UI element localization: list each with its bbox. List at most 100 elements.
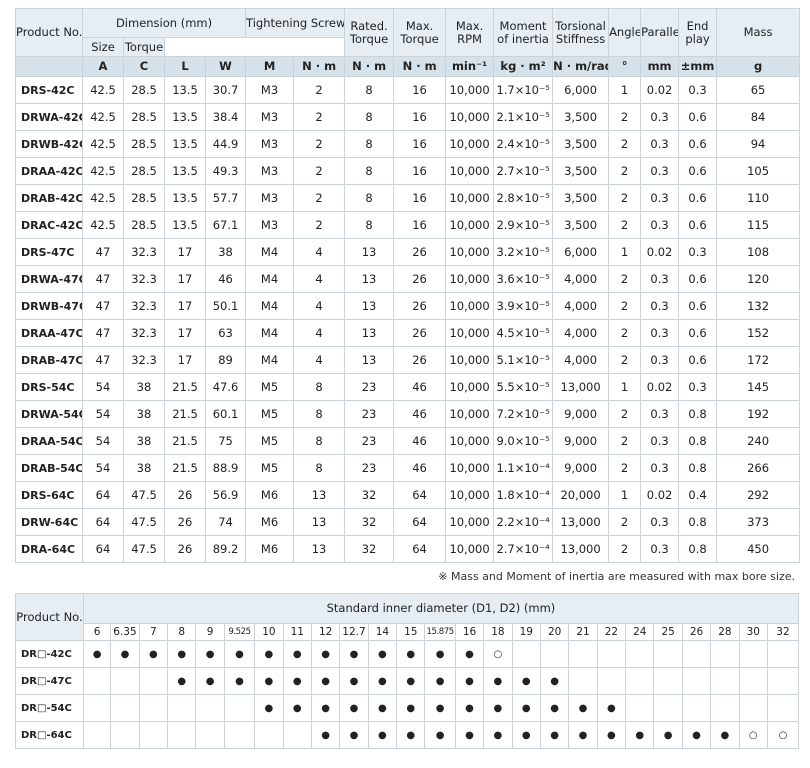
table-cell: 6,000 (552, 76, 610, 104)
standard-bore-mark: ● (339, 721, 369, 749)
standard-bore-mark: ● (539, 667, 570, 695)
table-cell: 0.3 (640, 130, 680, 158)
table-cell: 17 (164, 265, 206, 293)
product-number-cell: DRWB-42C (15, 130, 83, 158)
table-cell: 0.02 (640, 238, 680, 266)
product-number-cell: DRAA-47C (15, 319, 83, 347)
dimension-header: Dimension (mm) (81, 8, 247, 38)
diameter-header-cell: 24 (625, 623, 655, 641)
rated-torque-header: Rated. Torque (344, 8, 395, 57)
table-cell: 28.5 (123, 130, 165, 158)
table-cell: 28.5 (123, 76, 165, 104)
table-cell: 17 (164, 292, 206, 320)
table-cell: 2 (293, 103, 346, 131)
table-cell: M4 (245, 265, 295, 293)
table-cell: 30.7 (204, 76, 247, 104)
empty-cell (167, 694, 197, 722)
table-cell: 16 (393, 157, 447, 185)
empty-cell (568, 667, 598, 695)
diameter-header-cell: 26 (681, 623, 712, 641)
table-cell: 50.1 (204, 292, 247, 320)
bore-product-cell: DR□-42C (15, 640, 84, 668)
table-cell: 240 (716, 427, 801, 455)
table-cell: 2 (293, 184, 346, 212)
table-cell: 10,000 (445, 346, 495, 374)
table-cell: 4 (293, 292, 346, 320)
empty-cell (110, 694, 140, 722)
table-cell: 13 (344, 319, 395, 347)
empty-cell (625, 667, 655, 695)
product-number-cell: DRWA-42C (15, 103, 83, 131)
table-cell: 4,000 (552, 292, 610, 320)
table-cell: 54 (82, 454, 124, 482)
optional-bore-mark: ○ (766, 721, 800, 749)
standard-bore-mark: ● (454, 721, 485, 749)
product-no-header: Product No. (15, 8, 83, 57)
table-cell: 21.5 (164, 427, 206, 455)
table-cell: 8 (344, 76, 395, 104)
table-cell: 0.3 (678, 238, 718, 266)
optional-bore-mark: ○ (483, 640, 513, 668)
angle-header: Angle (608, 8, 642, 57)
table-cell: 42.5 (82, 130, 124, 158)
table-cell: 64 (82, 535, 124, 563)
product-number-cell: DRS-47C (15, 238, 83, 266)
table-cell: 42.5 (82, 211, 124, 239)
empty-cell (766, 694, 800, 722)
table-cell: 3,500 (552, 103, 610, 131)
product-number-cell: DRAB-54C (15, 454, 83, 482)
table-cell: 2.9×10⁻⁵ (493, 211, 554, 239)
table-cell: 57.7 (204, 184, 247, 212)
table-cell: 16 (393, 103, 447, 131)
table-cell: 44.9 (204, 130, 247, 158)
diameter-header-cell: 14 (367, 623, 398, 641)
diameter-header-cell: 20 (539, 623, 570, 641)
table-cell: 2 (293, 211, 346, 239)
moment-of-inertia-header: Moment of inertia (493, 8, 554, 57)
standard-bore-mark: ● (483, 667, 513, 695)
standard-bore-mark: ● (282, 694, 312, 722)
unit-cell: L (164, 56, 206, 77)
table-row: DRAA-47C 47 32.3 17 63 M4 4 13 26 10,000 4.5×10⁻⁵ 4… (15, 319, 801, 347)
table-cell: 7.2×10⁻⁵ (493, 400, 554, 428)
table-row: DRAB-47C 47 32.3 17 89 M4 4 13 26 10,000 5.1×10⁻⁵ 4… (15, 346, 801, 374)
table-cell: 2 (608, 265, 642, 293)
empty-cell (568, 640, 598, 668)
diameter-header-cell: 9 (195, 623, 225, 641)
empty-cell (653, 694, 683, 722)
product-number-cell: DRS-42C (15, 76, 83, 104)
empty-cell (254, 721, 284, 749)
empty-cell (110, 721, 140, 749)
standard-bore-mark: ● (110, 640, 140, 668)
table-cell: 2 (608, 211, 642, 239)
table-cell: 32.3 (123, 238, 165, 266)
table-row: DRAA-54C 54 38 21.5 75 M5 8 23 46 10,000 9.0×10⁻⁵ 9… (15, 427, 801, 455)
diameter-header-cell: 8 (167, 623, 197, 641)
standard-bore-mark: ● (310, 667, 341, 695)
empty-cell (681, 667, 712, 695)
table-cell: 60.1 (204, 400, 247, 428)
product-number-cell: DRS-64C (15, 481, 83, 509)
table-cell: 8 (344, 103, 395, 131)
table-cell: 38 (123, 454, 165, 482)
tightening-screw-header: Tightening Screw (245, 8, 346, 38)
table-cell: 47.6 (204, 373, 247, 401)
diameter-header-cell: 12.7 (339, 623, 369, 641)
table-cell: 2 (608, 400, 642, 428)
table-cell: 32 (344, 535, 395, 563)
product-number-cell: DRAB-42C (15, 184, 83, 212)
table-cell: 2 (608, 535, 642, 563)
standard-bore-mark: ● (339, 640, 369, 668)
table-cell: 16 (393, 211, 447, 239)
empty-cell (195, 694, 225, 722)
standard-bore-mark: ● (424, 640, 456, 668)
standard-bore-mark: ● (254, 667, 284, 695)
table-cell: 13 (344, 346, 395, 374)
empty-cell (625, 694, 655, 722)
table-cell: 0.02 (640, 76, 680, 104)
table-cell: 89 (204, 346, 247, 374)
unit-cell: ° (608, 56, 642, 77)
table-cell: 17 (164, 346, 206, 374)
standard-bore-mark: ● (454, 667, 485, 695)
empty-cell (710, 694, 740, 722)
